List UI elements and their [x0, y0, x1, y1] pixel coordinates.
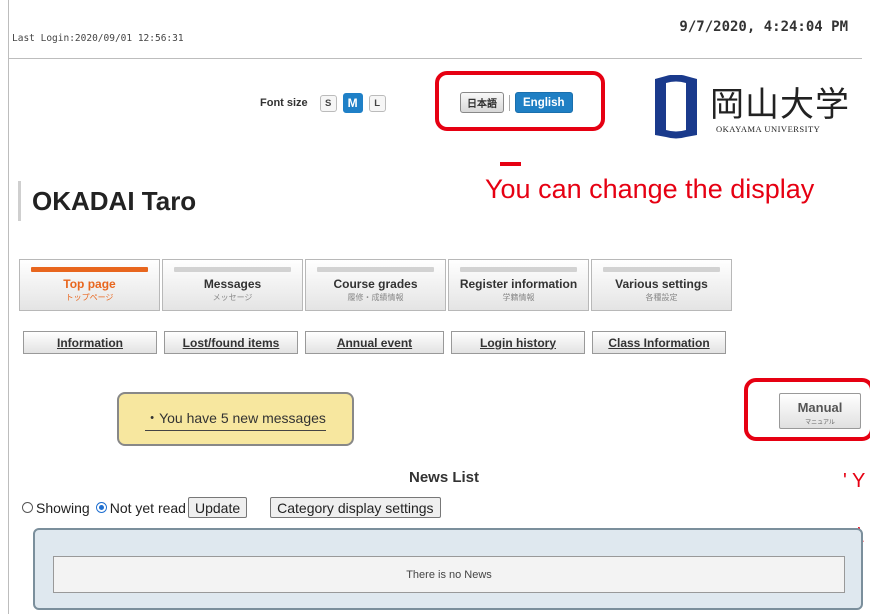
- font-size-medium-button[interactable]: M: [342, 93, 363, 113]
- main-nav-tabs: Top page トップページ Messages メッセージ Course gr…: [19, 259, 734, 311]
- font-size-large-button[interactable]: L: [368, 94, 386, 112]
- new-messages-link[interactable]: ・You have 5 new messages: [145, 408, 326, 431]
- tab-messages[interactable]: Messages メッセージ: [162, 259, 303, 311]
- news-controls: Showing Not yet read Update Category dis…: [22, 497, 441, 518]
- tab-sublabel: トップページ: [65, 293, 114, 302]
- language-highlight-annotation: [435, 71, 605, 131]
- tab-label: Course grades: [333, 277, 418, 291]
- annotation-dash: [500, 162, 521, 166]
- tab-top-page[interactable]: Top page トップページ: [19, 259, 160, 311]
- tab-label: Messages: [203, 277, 262, 291]
- font-size-selector: Font size S M L: [260, 93, 386, 113]
- tab-indicator: [603, 267, 720, 272]
- language-annotation-text: You can change the display: [485, 174, 815, 204]
- radio-not-yet-read-label[interactable]: Not yet read: [110, 500, 186, 516]
- logo-japanese-text: 岡山大学: [710, 85, 850, 125]
- page-frame-left: [8, 0, 9, 614]
- tab-course-grades[interactable]: Course grades 履修・成績情報: [305, 259, 446, 311]
- subnav-login-history[interactable]: Login history: [451, 331, 585, 354]
- news-empty-message: There is no News: [53, 556, 845, 593]
- category-display-settings-button[interactable]: Category display settings: [270, 497, 441, 518]
- radio-showing-label[interactable]: Showing: [36, 500, 90, 516]
- logo-emblem-icon: [655, 75, 697, 139]
- update-button[interactable]: Update: [187, 497, 248, 518]
- tab-sublabel: 学籍情報: [502, 293, 535, 302]
- sub-nav: Information Lost/found items Annual even…: [23, 331, 733, 354]
- tab-label: Various settings: [615, 277, 708, 291]
- tab-sublabel: メッセージ: [212, 293, 253, 302]
- tab-label: Register information: [459, 277, 578, 291]
- manual-highlight-annotation: [744, 378, 870, 441]
- subnav-class-information[interactable]: Class Information: [592, 331, 726, 354]
- annotation-fragment: ' Y: [843, 470, 866, 492]
- new-messages-notice: ・You have 5 new messages: [117, 392, 354, 446]
- tab-indicator: [31, 267, 148, 272]
- tab-indicator: [460, 267, 577, 272]
- radio-not-yet-read[interactable]: [95, 502, 107, 513]
- subnav-annual-event[interactable]: Annual event: [305, 331, 444, 354]
- last-login: Last Login:2020/09/01 12:56:31: [12, 33, 184, 44]
- tab-register-information[interactable]: Register information 学籍情報: [448, 259, 589, 311]
- logo-english-text: OKAYAMA UNIVERSITY: [716, 124, 821, 134]
- tab-label: Top page: [63, 277, 116, 291]
- news-list-title: News List: [409, 469, 480, 486]
- font-size-label: Font size: [260, 97, 308, 109]
- tab-various-settings[interactable]: Various settings 各種設定: [591, 259, 732, 311]
- subnav-information[interactable]: Information: [23, 331, 157, 354]
- tab-sublabel: 履修・成績情報: [347, 293, 404, 302]
- subnav-lost-found-items[interactable]: Lost/found items: [164, 331, 298, 354]
- tab-indicator: [174, 267, 291, 272]
- news-panel: There is no News: [33, 528, 863, 610]
- user-name: OKADAI Taro: [18, 181, 196, 221]
- tab-indicator: [317, 267, 434, 272]
- tab-sublabel: 各種設定: [645, 293, 678, 302]
- font-size-small-button[interactable]: S: [319, 94, 337, 112]
- current-time: 9/7/2020, 4:24:04 PM: [679, 19, 848, 35]
- radio-showing[interactable]: [22, 502, 33, 513]
- header-divider: [8, 58, 862, 59]
